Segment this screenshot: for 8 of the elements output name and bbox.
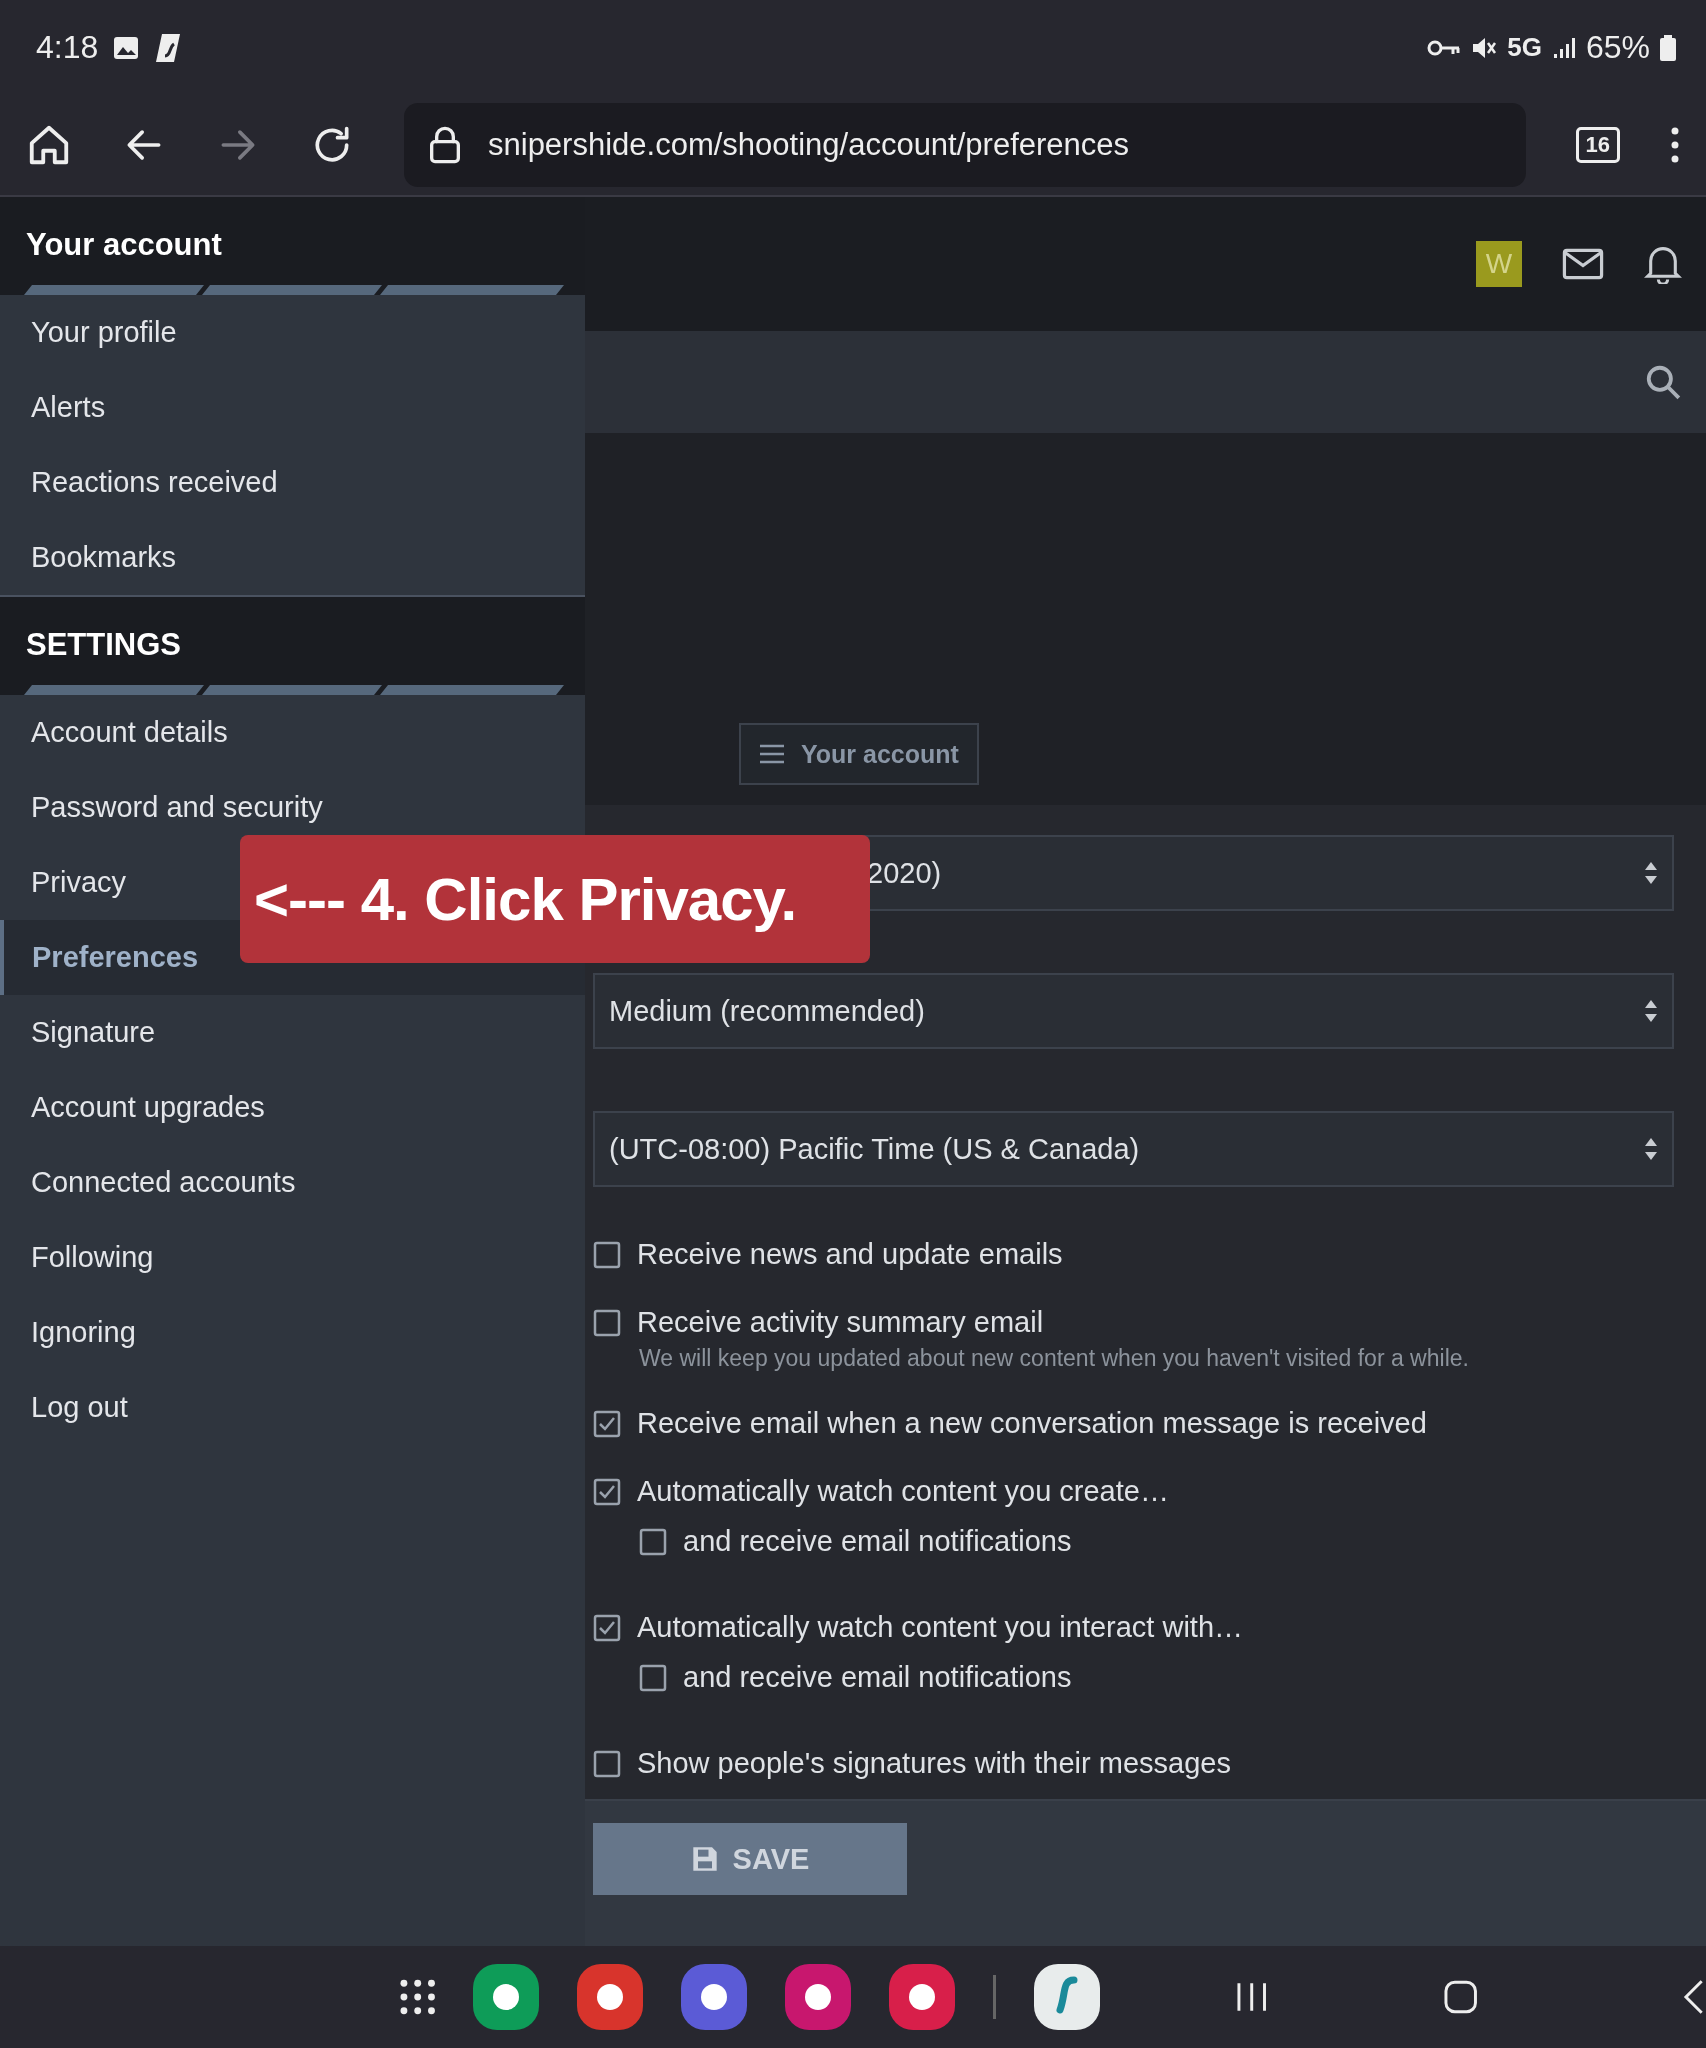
network-type: 5G: [1507, 32, 1542, 63]
section-title: Your account: [26, 227, 223, 263]
clock: 4:18: [36, 29, 99, 66]
option-hint: We will keep you updated about new content when you haven't visited for a while.: [639, 1345, 1470, 1372]
battery-level: 65%: [1585, 29, 1650, 66]
annotation-tooltip: <--- 4. Click Privacy.: [240, 835, 870, 963]
section-title: SETTINGS: [26, 627, 182, 663]
url-text: snipershide.com/shooting/account/preferences: [488, 127, 1130, 163]
